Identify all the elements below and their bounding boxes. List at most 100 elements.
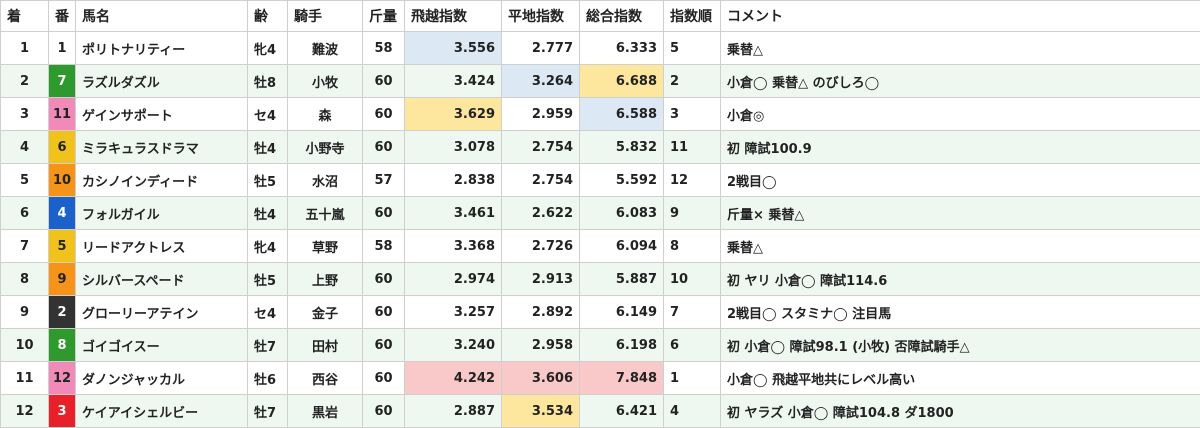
table-row[interactable]: 12 3 ケイアイシェルビー 牡7 黒岩 60 2.887 3.534 6.421 4 初 ヤラズ … — [0, 394, 1200, 428]
table-header-row: 着 番 馬名 齢 騎手 斤量 飛越指数 平地指数 総合指数 指数順 コメント — [0, 0, 1200, 32]
cell-horse-name: ダノンジャッカル — [75, 361, 248, 395]
cell-weight: 60 — [362, 97, 405, 131]
cell-jockey: 五十嵐 — [287, 196, 363, 230]
race-result-table: 着 番 馬名 齢 騎手 斤量 飛越指数 平地指数 総合指数 指数順 コメント 1… — [0, 0, 1200, 428]
cell-flat-index: 2.622 — [501, 196, 580, 230]
cell-weight: 60 — [362, 328, 405, 362]
cell-jump-index: 3.078 — [404, 130, 502, 164]
table-row[interactable]: 8 9 シルバースペード 牡5 上野 60 2.974 2.913 5.887 10 初 ヤリ 小倉… — [0, 262, 1200, 296]
cell-comment: 初 障試100.9 — [720, 130, 1200, 164]
cell-total-index: 6.588 — [579, 97, 664, 131]
cell-age: セ4 — [247, 97, 288, 131]
cell-flat-index: 2.913 — [501, 262, 580, 296]
cell-weight: 60 — [362, 295, 405, 329]
table-row[interactable]: 6 4 フォルガイル 牡4 五十嵐 60 3.461 2.622 6.083 9 斤量× 乗替△ — [0, 196, 1200, 230]
cell-gate-number: 4 — [48, 196, 76, 230]
cell-chaku: 6 — [0, 196, 49, 230]
header-chaku[interactable]: 着 — [0, 0, 49, 32]
cell-comment: 小倉◎ — [720, 97, 1200, 131]
cell-flat-index: 2.892 — [501, 295, 580, 329]
cell-chaku: 10 — [0, 328, 49, 362]
cell-comment: 初 小倉◯ 障試98.1 (小牧) 否障試騎手△ — [720, 328, 1200, 362]
cell-gate-number: 11 — [48, 97, 76, 131]
table-row[interactable]: 2 7 ラズルダズル 牡8 小牧 60 3.424 3.264 6.688 2 小倉◯ 乗替△ のび… — [0, 64, 1200, 98]
cell-comment: 小倉◯ 飛越平地共にレベル高い — [720, 361, 1200, 395]
cell-flat-index: 2.958 — [501, 328, 580, 362]
cell-flat-index: 3.264 — [501, 64, 580, 98]
cell-comment: 斤量× 乗替△ — [720, 196, 1200, 230]
cell-total-index: 6.421 — [579, 394, 664, 428]
cell-age: 牡7 — [247, 328, 288, 362]
cell-gate-number: 9 — [48, 262, 76, 296]
table-row[interactable]: 5 10 カシノインディード 牡5 水沼 57 2.838 2.754 5.592 12 2戦目◯ — [0, 163, 1200, 197]
cell-jump-index: 2.838 — [404, 163, 502, 197]
cell-comment: 小倉◯ 乗替△ のびしろ◯ — [720, 64, 1200, 98]
cell-jump-index: 2.974 — [404, 262, 502, 296]
cell-jockey: 田村 — [287, 328, 363, 362]
header-hietsu[interactable]: 飛越指数 — [404, 0, 502, 32]
cell-jockey: 水沼 — [287, 163, 363, 197]
cell-weight: 60 — [362, 64, 405, 98]
header-comment[interactable]: コメント — [720, 0, 1200, 32]
cell-total-index: 6.149 — [579, 295, 664, 329]
cell-horse-name: フォルガイル — [75, 196, 248, 230]
cell-horse-name: ポリトナリティー — [75, 31, 248, 65]
cell-chaku: 4 — [0, 130, 49, 164]
cell-jockey: 草野 — [287, 229, 363, 263]
cell-index-rank: 2 — [663, 64, 721, 98]
table-row[interactable]: 3 11 ゲインサポート セ4 森 60 3.629 2.959 6.588 3 小倉◎ — [0, 97, 1200, 131]
cell-weight: 57 — [362, 163, 405, 197]
cell-total-index: 5.592 — [579, 163, 664, 197]
header-ban[interactable]: 番 — [48, 0, 76, 32]
cell-gate-number: 3 — [48, 394, 76, 428]
cell-age: 牡4 — [247, 196, 288, 230]
table-row[interactable]: 11 12 ダノンジャッカル 牡6 西谷 60 4.242 3.606 7.848 1 小倉◯ 飛越… — [0, 361, 1200, 395]
cell-weight: 60 — [362, 361, 405, 395]
cell-total-index: 6.198 — [579, 328, 664, 362]
header-heichi[interactable]: 平地指数 — [501, 0, 580, 32]
table-row[interactable]: 9 2 グローリーアテイン セ4 金子 60 3.257 2.892 6.149 7 2戦目◯ スタ… — [0, 295, 1200, 329]
cell-jump-index: 4.242 — [404, 361, 502, 395]
cell-age: 牡5 — [247, 262, 288, 296]
table-row[interactable]: 10 8 ゴイゴイスー 牡7 田村 60 3.240 2.958 6.198 6 初 小倉◯ 障試9… — [0, 328, 1200, 362]
cell-horse-name: ケイアイシェルビー — [75, 394, 248, 428]
cell-gate-number: 2 — [48, 295, 76, 329]
cell-weight: 58 — [362, 229, 405, 263]
cell-total-index: 5.832 — [579, 130, 664, 164]
header-kinryo[interactable]: 斤量 — [362, 0, 405, 32]
cell-chaku: 3 — [0, 97, 49, 131]
cell-gate-number: 7 — [48, 64, 76, 98]
cell-gate-number: 10 — [48, 163, 76, 197]
cell-total-index: 6.688 — [579, 64, 664, 98]
table-row[interactable]: 7 5 リードアクトレス 牝4 草野 58 3.368 2.726 6.094 8 乗替△ — [0, 229, 1200, 263]
cell-total-index: 5.887 — [579, 262, 664, 296]
cell-horse-name: ラズルダズル — [75, 64, 248, 98]
cell-comment: 2戦目◯ スタミナ◯ 注目馬 — [720, 295, 1200, 329]
header-name[interactable]: 馬名 — [75, 0, 248, 32]
cell-gate-number: 8 — [48, 328, 76, 362]
cell-flat-index: 3.606 — [501, 361, 580, 395]
cell-comment: 乗替△ — [720, 229, 1200, 263]
header-sogo[interactable]: 総合指数 — [579, 0, 664, 32]
cell-chaku: 5 — [0, 163, 49, 197]
cell-horse-name: シルバースペード — [75, 262, 248, 296]
header-rei[interactable]: 齢 — [247, 0, 288, 32]
cell-jockey: 西谷 — [287, 361, 363, 395]
cell-total-index: 6.083 — [579, 196, 664, 230]
cell-jockey: 小牧 — [287, 64, 363, 98]
cell-index-rank: 7 — [663, 295, 721, 329]
cell-flat-index: 2.754 — [501, 163, 580, 197]
cell-age: 牝4 — [247, 229, 288, 263]
header-jun[interactable]: 指数順 — [663, 0, 721, 32]
cell-chaku: 2 — [0, 64, 49, 98]
cell-jockey: 黒岩 — [287, 394, 363, 428]
cell-jockey: 難波 — [287, 31, 363, 65]
header-jockey[interactable]: 騎手 — [287, 0, 363, 32]
cell-gate-number: 6 — [48, 130, 76, 164]
cell-comment: 初 ヤリ 小倉◯ 障試114.6 — [720, 262, 1200, 296]
cell-jockey: 小野寺 — [287, 130, 363, 164]
table-row[interactable]: 1 1 ポリトナリティー 牝4 難波 58 3.556 2.777 6.333 5 乗替△ — [0, 31, 1200, 65]
table-row[interactable]: 4 6 ミラキュラスドラマ 牡4 小野寺 60 3.078 2.754 5.832 11 初 障試1… — [0, 130, 1200, 164]
cell-age: 牝4 — [247, 31, 288, 65]
cell-index-rank: 4 — [663, 394, 721, 428]
